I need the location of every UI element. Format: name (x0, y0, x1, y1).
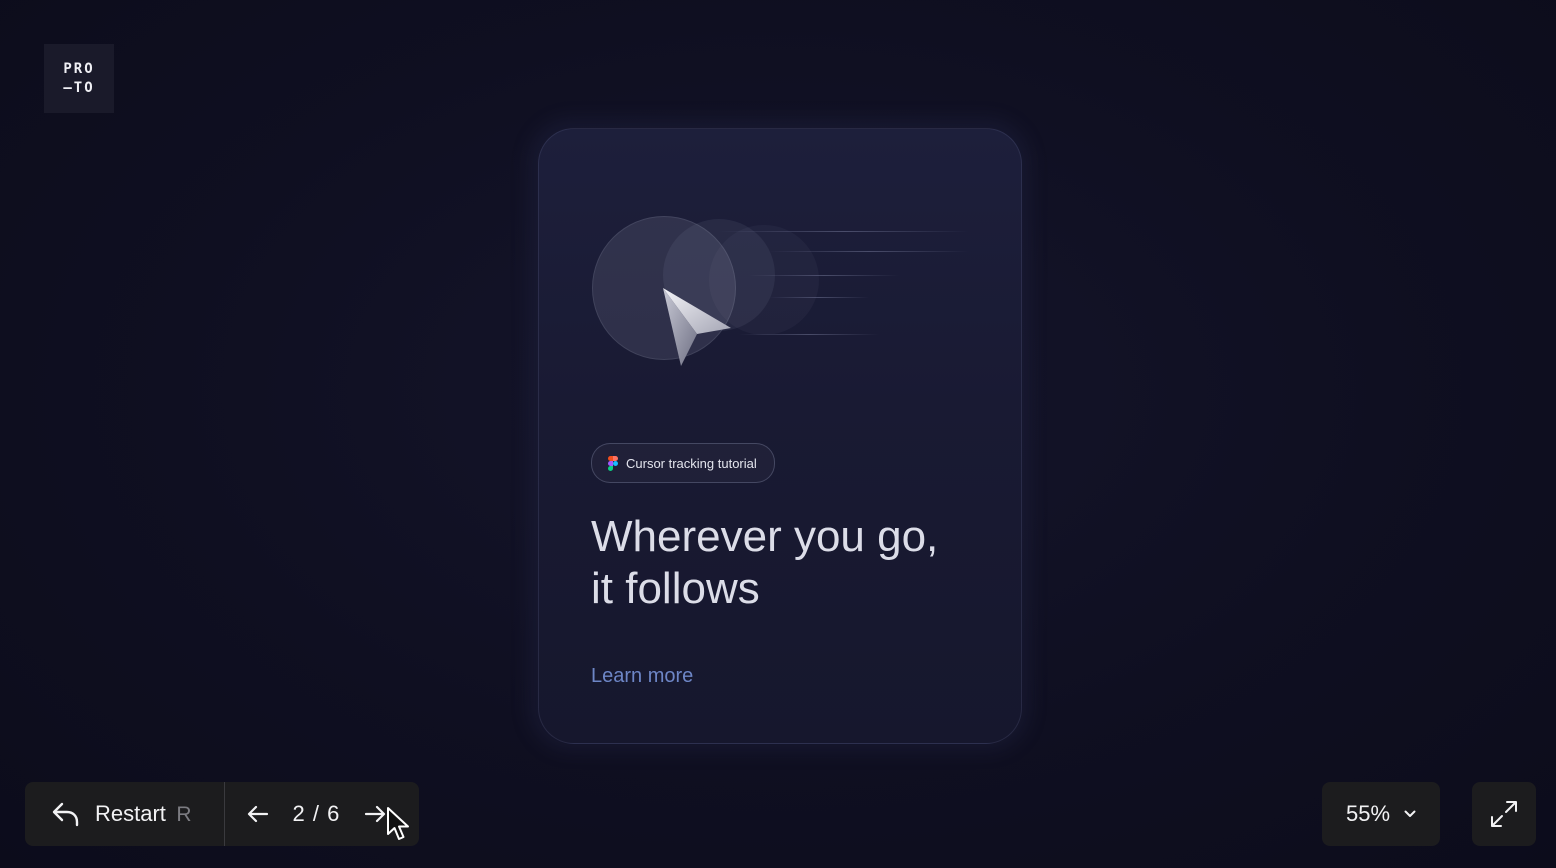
learn-more-link[interactable]: Learn more (591, 665, 693, 688)
arrow-left-icon (247, 805, 268, 823)
headline-line-1: Wherever you go, (591, 512, 939, 561)
restart-shortcut-hint: R (176, 803, 192, 826)
logo-line-1: PRO (63, 60, 95, 77)
logo: PRO —TO (44, 44, 114, 113)
previous-button[interactable] (247, 805, 269, 823)
logo-line-2: —TO (63, 79, 95, 96)
figma-icon (608, 455, 618, 471)
prototype-card: Cursor tracking tutorial Wherever you go… (538, 128, 1022, 744)
headline-line-2: it follows (591, 564, 760, 613)
undo-arrow-icon (52, 802, 79, 827)
expand-icon (1491, 801, 1517, 827)
chevron-down-icon (1404, 810, 1416, 817)
cursor-pointer-icon (663, 288, 731, 366)
restart-button[interactable]: Restart R (25, 782, 224, 846)
chip-label: Cursor tracking tutorial (626, 455, 757, 471)
prototype-stage: PRO —TO Cursor tracking tutorial Whereve… (0, 0, 1556, 868)
tutorial-chip[interactable]: Cursor tracking tutorial (591, 443, 775, 483)
page-navigator: 2 / 6 (225, 801, 387, 827)
zoom-value: 55% (1345, 801, 1391, 826)
zoom-select[interactable]: 55% (1322, 782, 1440, 846)
playback-toolbar: Restart R 2 / 6 (25, 782, 419, 846)
restart-label: Restart (95, 801, 166, 826)
page-indicator: 2 / 6 (292, 801, 341, 826)
fullscreen-button[interactable] (1472, 782, 1536, 846)
arrow-right-icon (365, 805, 386, 823)
next-button[interactable] (364, 805, 386, 823)
card-headline: Wherever you go, it follows (591, 511, 1011, 615)
